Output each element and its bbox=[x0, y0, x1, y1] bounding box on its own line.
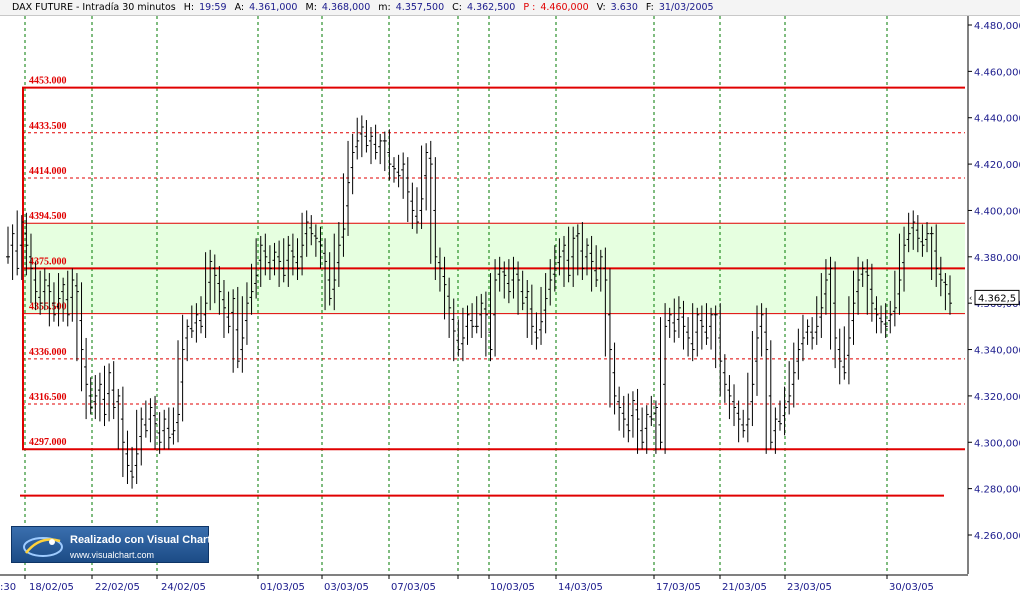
header-a-value: 4.361,000 bbox=[249, 2, 298, 13]
level-label: 4316.500 bbox=[29, 392, 67, 403]
x-tick-label: 21/03/05 bbox=[722, 582, 767, 592]
y-tick-label: 4.300,000 bbox=[974, 438, 1020, 449]
level-label: 4414.000 bbox=[29, 166, 67, 177]
level-label: 4336.000 bbox=[29, 347, 67, 358]
header-c-value: 4.362,500 bbox=[467, 2, 516, 13]
header-v-value: 3.630 bbox=[610, 2, 638, 13]
x-tick-label: 24/02/05 bbox=[161, 582, 206, 592]
header-c-label: C: bbox=[452, 2, 462, 13]
header-h-value: 19:59 bbox=[199, 2, 227, 13]
y-tick-label: 4.280,000 bbox=[974, 485, 1020, 496]
badge-title: Realizado con Visual Chart bbox=[70, 534, 212, 546]
y-tick-label: 4.460,000 bbox=[974, 67, 1020, 78]
x-tick-label: 01/03/05 bbox=[260, 582, 305, 592]
header-max-label: M: bbox=[305, 2, 317, 13]
header-h-label: H: bbox=[183, 2, 195, 13]
last-price-label: 4.362,5 bbox=[978, 293, 1016, 304]
x-tick-label: :30 bbox=[0, 582, 16, 592]
last-price-arrow-icon: ‹ bbox=[969, 293, 972, 302]
x-tick-label: 18/02/05 bbox=[29, 582, 74, 592]
x-tick-label: 03/03/05 bbox=[324, 582, 369, 592]
header-p-label: P : bbox=[523, 2, 536, 13]
level-label: 4433.500 bbox=[29, 121, 67, 132]
level-label: 4375.000 bbox=[29, 256, 67, 267]
y-tick-label: 4.380,000 bbox=[974, 253, 1020, 264]
x-tick-label: 30/03/05 bbox=[889, 582, 934, 592]
header-f-value: 31/03/2005 bbox=[658, 2, 714, 13]
x-tick-label: 23/03/05 bbox=[787, 582, 832, 592]
y-tick-label: 4.440,000 bbox=[974, 114, 1020, 125]
price-chart: 4453.000 4433.500 4414.000 4394.500 4375.000… bbox=[0, 0, 1020, 592]
header-f-label: F: bbox=[645, 2, 654, 13]
x-tick-label: 07/03/05 bbox=[391, 582, 436, 592]
header-min-value: 4.357,500 bbox=[395, 2, 445, 13]
x-tick-label: 22/02/05 bbox=[95, 582, 140, 592]
x-tick-label: 17/03/05 bbox=[656, 582, 701, 592]
x-tick-label: 10/03/05 bbox=[490, 582, 535, 592]
visual-chart-logo-icon bbox=[23, 537, 63, 557]
level-label: 4297.000 bbox=[29, 437, 67, 448]
y-tick-label: 4.480,000 bbox=[974, 21, 1020, 32]
header-max-value: 4.368,000 bbox=[321, 2, 371, 13]
chart-header: DAX FUTURE - Intradía 30 minutos H: 19:59… bbox=[0, 0, 1020, 16]
badge-url[interactable]: www.visualchart.com bbox=[70, 550, 154, 560]
y-tick-label: 4.400,000 bbox=[974, 206, 1020, 217]
y-tick-label: 4.340,000 bbox=[974, 346, 1020, 357]
y-tick-label: 4.260,000 bbox=[974, 531, 1020, 542]
level-label: 4453.000 bbox=[29, 76, 67, 87]
header-symbol: DAX FUTURE - Intradía 30 minutos bbox=[12, 2, 176, 13]
y-tick-label: 4.320,000 bbox=[974, 392, 1020, 403]
x-tick-label: 14/03/05 bbox=[558, 582, 603, 592]
header-min-label: m: bbox=[378, 2, 391, 13]
header-p-value: 4.460,000 bbox=[540, 2, 589, 13]
visual-chart-badge[interactable]: Realizado con Visual Chart www.visualcha… bbox=[11, 526, 212, 563]
header-a-label: A: bbox=[234, 2, 245, 13]
level-label: 4394.500 bbox=[29, 211, 67, 222]
level-label: 4355.500 bbox=[29, 302, 67, 313]
y-tick-label: 4.420,000 bbox=[974, 160, 1020, 171]
header-v-label: V: bbox=[596, 2, 606, 13]
